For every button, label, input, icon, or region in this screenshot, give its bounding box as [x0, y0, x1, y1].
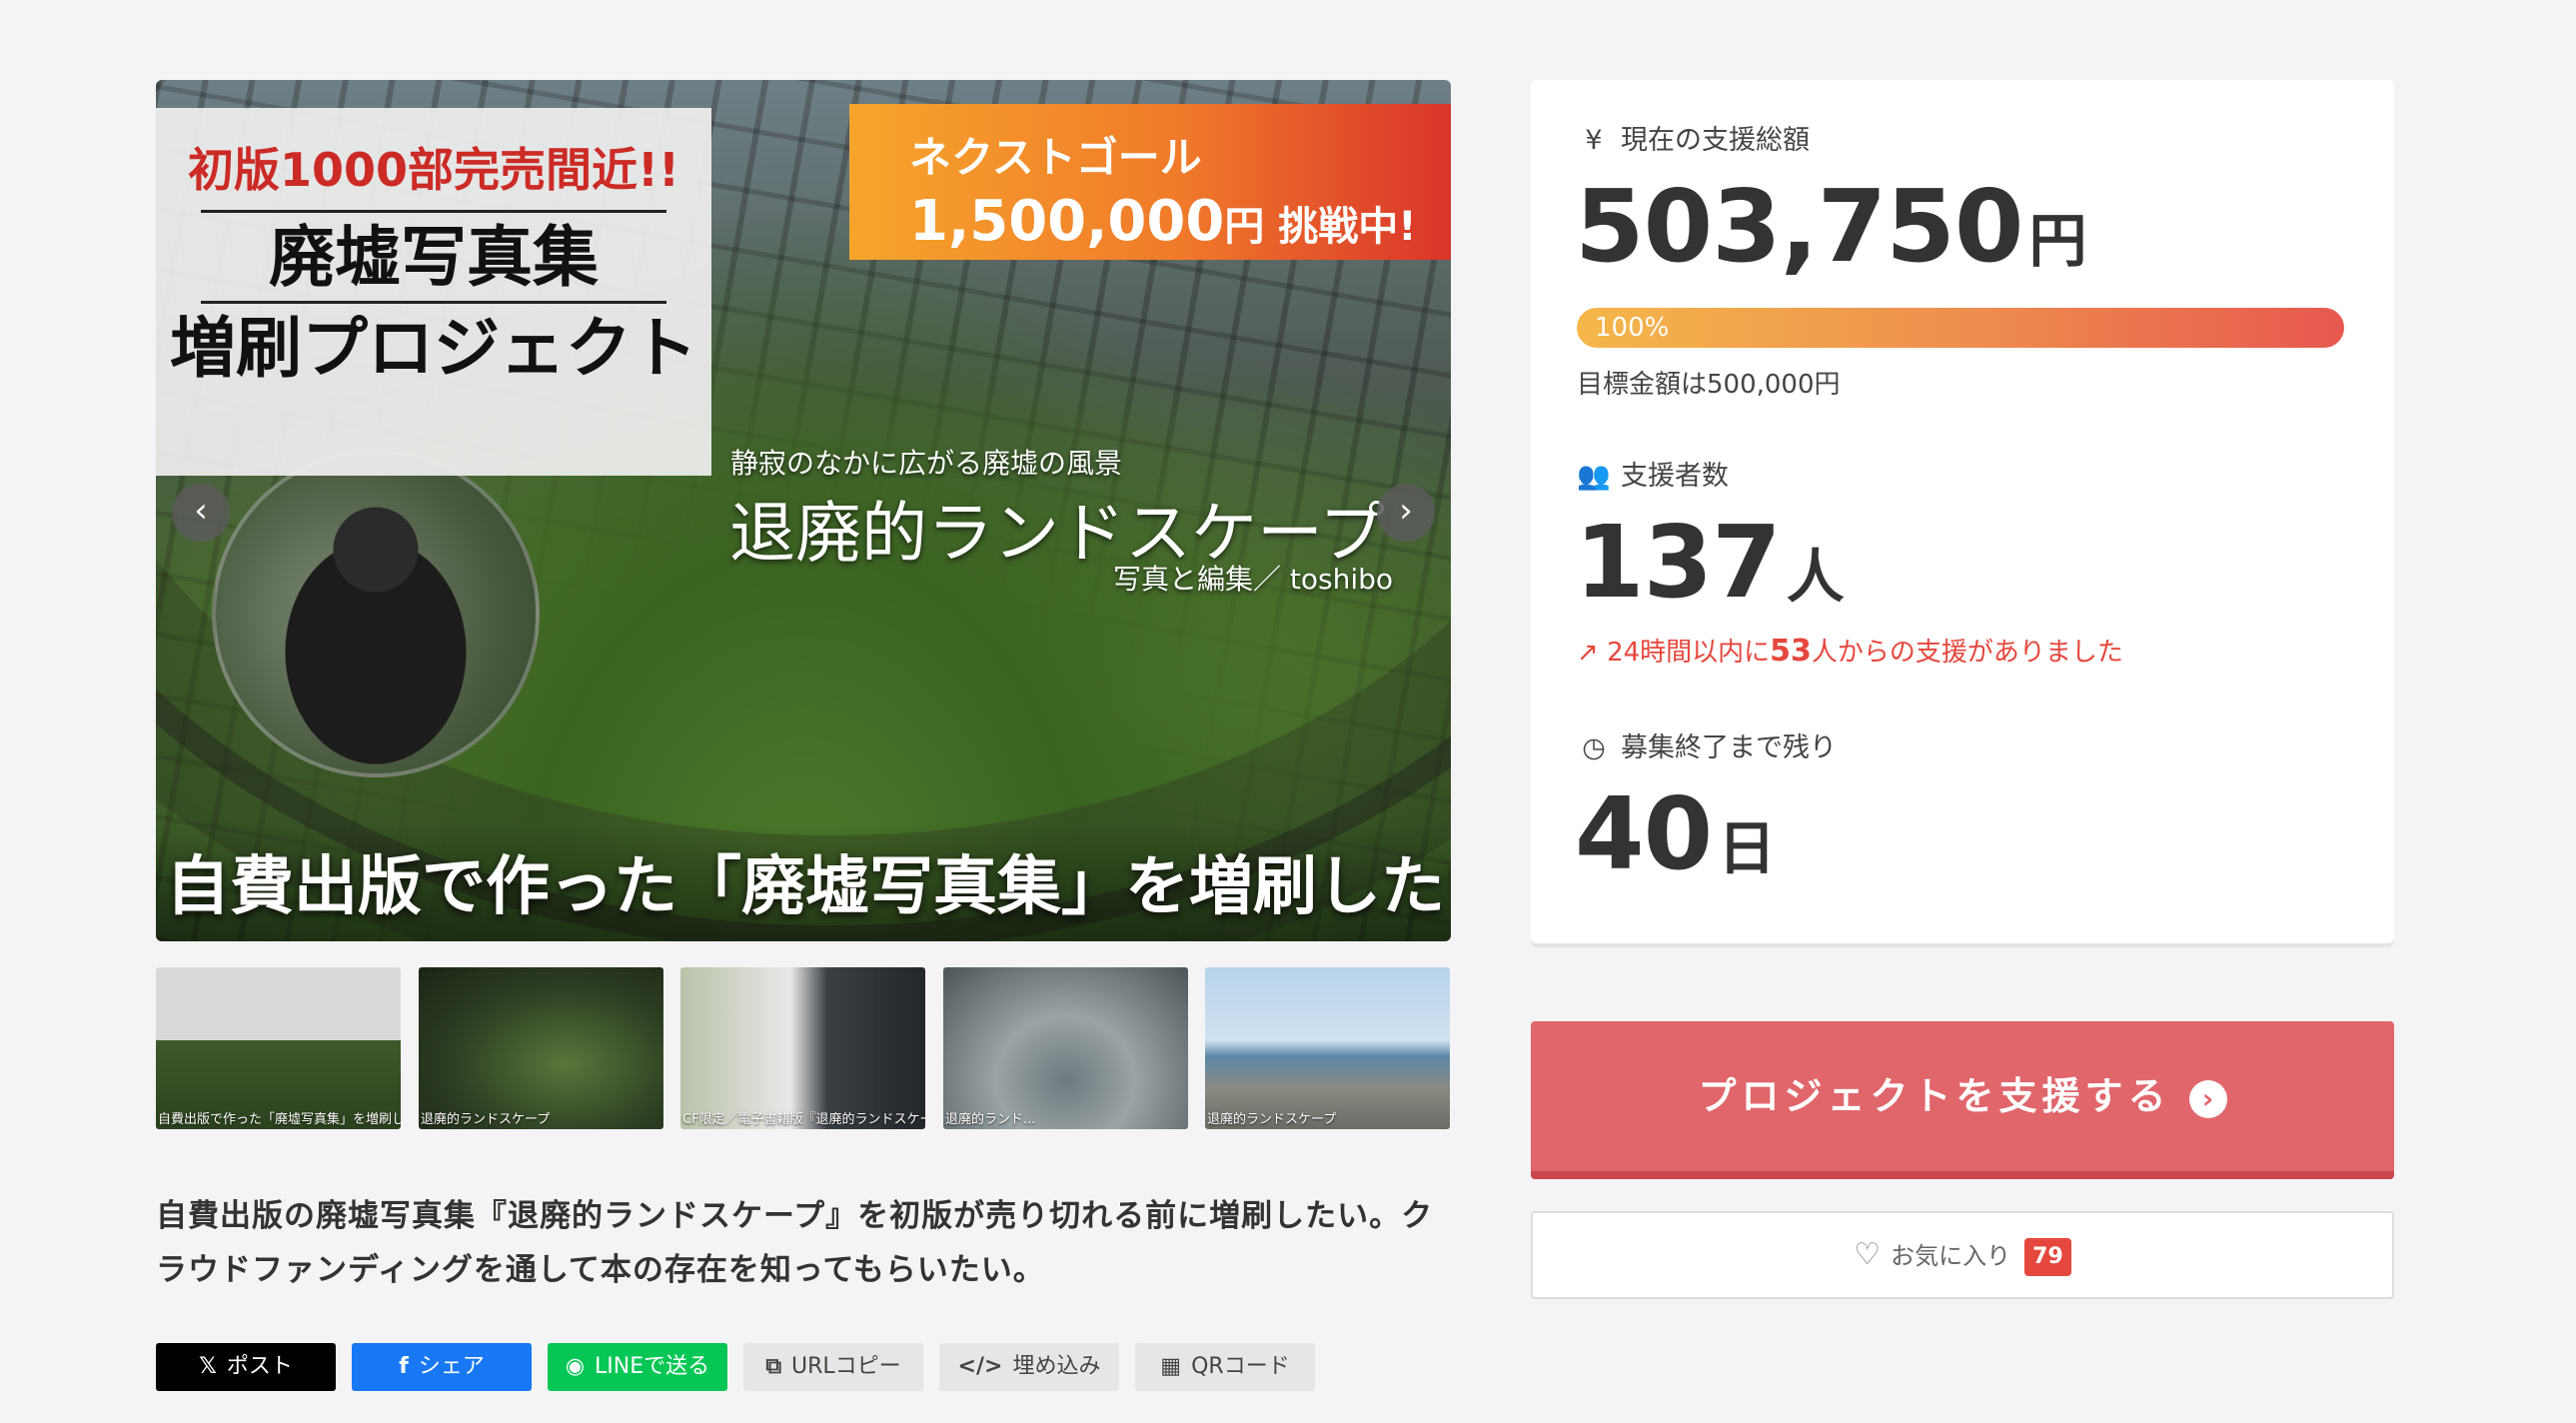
total-amount-value: 503,750 円 [1575, 168, 2086, 285]
embed-label: 埋め込み [1012, 1354, 1101, 1379]
favorite-count-badge: 79 [2024, 1238, 2071, 1276]
hero-goal-amount-line: 1,500,000円 挑戦中! [909, 189, 1451, 254]
progress-percent: 100% [1595, 313, 1670, 343]
trend-prefix: 24時間以内に [1607, 638, 1771, 668]
hero-photographer-portrait [212, 450, 540, 777]
carousel-prev-button[interactable]: ‹ [172, 484, 230, 542]
thumbnail-caption: CF限定／電子書籍版『退廃的ランドスケープ』を追加! [682, 1112, 925, 1127]
funding-progress-bar: 100% [1577, 308, 2344, 348]
code-icon: </> [957, 1354, 1003, 1379]
trend-up-icon: ↗ [1577, 638, 1599, 668]
hero-goal-amount: 1,500,000 [909, 189, 1225, 254]
remaining-value: 40 日 [1575, 775, 1776, 892]
thumbnail-3[interactable]: CF限定／電子書籍版『退廃的ランドスケープ』を追加! [680, 967, 925, 1129]
facebook-icon: f [399, 1354, 409, 1379]
clock-icon: ◷ [1582, 732, 1606, 763]
hero-title-line2: 増刷プロジェクト [170, 309, 697, 387]
hero-credit: 写真と編集／ toshibo [1112, 563, 1393, 596]
heart-icon: ♡ [1854, 1237, 1882, 1272]
x-icon: 𝕏 [199, 1354, 217, 1379]
share-x-label: ポスト [226, 1354, 293, 1379]
thumbnail-1[interactable]: 自費出版で作った「廃墟写真集」を増刷したい! [156, 967, 401, 1129]
thumbnail-2[interactable]: 退廃的ランドスケープ [419, 967, 663, 1129]
carousel-next-button[interactable]: › [1377, 484, 1435, 542]
hero-next-goal-banner: ネクストゴール 1,500,000円 挑戦中! [849, 104, 1451, 260]
hero-title-line1: 廃墟写真集 [269, 218, 599, 296]
support-project-button[interactable]: プロジェクトを支援する › [1531, 1021, 2394, 1179]
thumbnail-caption: 退廃的ランドスケープ [1207, 1112, 1337, 1127]
backers-number: 137 [1575, 504, 1782, 621]
yen-icon: ¥ [1585, 125, 1603, 156]
remaining-unit: 日 [1718, 814, 1776, 882]
copy-url-button[interactable]: ⧉ URLコピー [743, 1343, 923, 1391]
recent-support-trend: ↗ 24時間以内に53人からの支援がありました [1577, 632, 2123, 669]
copy-url-label: URLコピー [791, 1354, 901, 1379]
hero-title-box: 初版1000部完売間近!! 廃墟写真集 増刷プロジェクト [156, 108, 711, 476]
total-amount-label-text: 現在の支援総額 [1621, 125, 1810, 156]
qr-code-label: QRコード [1191, 1354, 1290, 1379]
favorite-label: お気に入り [1891, 1242, 2011, 1270]
users-icon: 👥 [1577, 461, 1611, 492]
favorite-button[interactable]: ♡ お気に入り 79 [1531, 1211, 2394, 1299]
thumbnail-caption: 退廃的ランド... [945, 1112, 1036, 1127]
qr-icon: ▦ [1160, 1354, 1182, 1379]
hero-image: 初版1000部完売間近!! 廃墟写真集 増刷プロジェクト ネクストゴール 1,5… [156, 80, 1451, 941]
remaining-label-text: 募集終了まで残り [1621, 732, 1837, 763]
backers-value: 137 人 [1575, 504, 1845, 621]
total-amount-label: ¥ 現在の支援総額 [1577, 118, 1810, 157]
thumbnail-caption: 退廃的ランドスケープ [421, 1112, 551, 1127]
thumbnail-5[interactable]: 退廃的ランドスケープ [1205, 967, 1450, 1129]
hero-goal-suffix: 円 挑戦中! [1224, 204, 1417, 250]
thumbnail-4[interactable]: 退廃的ランド... [943, 967, 1188, 1129]
backers-label-text: 支援者数 [1621, 461, 1729, 492]
hero-goal-label: ネクストゴール [909, 133, 1202, 182]
trend-count: 53 [1770, 634, 1812, 669]
share-line-label: LINEで送る [595, 1354, 710, 1379]
line-icon: ◉ [565, 1354, 586, 1379]
total-amount-unit: 円 [2028, 207, 2086, 275]
qr-code-button[interactable]: ▦ QRコード [1135, 1343, 1315, 1391]
share-x-button[interactable]: 𝕏 ポスト [156, 1343, 336, 1391]
trend-suffix: 人からの支援がありました [1811, 638, 2123, 668]
funding-stats-card: ¥ 現在の支援総額 503,750 円 100% 目標金額は500,000円 👥 支援… [1531, 80, 2394, 943]
project-description: 自費出版の廃墟写真集『退廃的ランドスケープ』を初版が売り切れる前に増刷したい。ク… [156, 1198, 1434, 1288]
thumbnail-strip: 自費出版で作った「廃墟写真集」を増刷したい! 退廃的ランドスケープ CF限定／電… [156, 967, 1451, 1129]
hero-caption: 自費出版で作った「廃墟写真集」を増刷したい！ [166, 850, 1451, 924]
thumbnail-caption: 自費出版で作った「廃墟写真集」を増刷したい! [158, 1112, 401, 1127]
support-button-label: プロジェクトを支援する [1698, 1074, 2171, 1118]
share-facebook-label: シェア [418, 1354, 485, 1379]
remaining-label: ◷ 募集終了まで残り [1577, 725, 1837, 764]
backers-unit: 人 [1786, 543, 1845, 611]
hero-badge-text: 初版1000部完売間近!! [188, 143, 679, 197]
embed-button[interactable]: </> 埋め込み [939, 1343, 1119, 1391]
backers-label: 👥 支援者数 [1577, 454, 1729, 493]
total-amount-number: 503,750 [1575, 168, 2023, 285]
remaining-number: 40 [1575, 775, 1713, 892]
hero-subtitle-small: 静寂のなかに広がる廃墟の風景 [730, 447, 1123, 480]
goal-amount-note: 目標金額は500,000円 [1577, 370, 1841, 400]
chevron-right-circle-icon: › [2188, 1079, 2227, 1118]
copy-icon: ⧉ [765, 1354, 782, 1379]
share-facebook-button[interactable]: f シェア [352, 1343, 532, 1391]
share-line-button[interactable]: ◉ LINEで送る [548, 1343, 727, 1391]
